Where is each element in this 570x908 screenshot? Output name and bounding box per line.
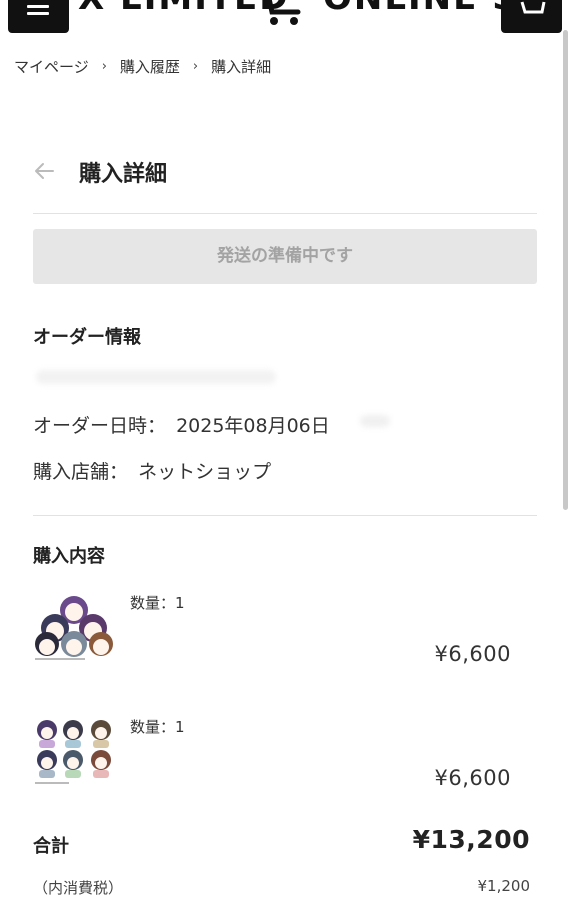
item-quantity: 数量：1	[130, 718, 185, 736]
item-price: ¥6,600	[434, 766, 511, 790]
product-thumbnail[interactable]	[33, 592, 115, 672]
total-value: ¥13,200	[412, 825, 530, 854]
page-title: 購入詳細	[79, 162, 168, 187]
site-header: X LIMITED ONLINE SH	[0, 0, 570, 40]
redacted-order-number	[36, 370, 276, 384]
order-date-line: オーダー日時： 2025年08月06日	[33, 411, 330, 438]
breadcrumb: マイページ › 購入履歴 › 購入詳細	[14, 56, 271, 77]
store-value: ネットショップ	[138, 461, 272, 483]
tax-value: ¥1,200	[477, 877, 531, 895]
order-date-label: オーダー日時：	[33, 415, 167, 437]
hamburger-icon	[27, 5, 49, 8]
shipping-status-badge: 発送の準備中です	[33, 229, 537, 284]
section-divider	[33, 515, 537, 516]
purchase-heading: 購入内容	[33, 546, 105, 567]
store-label: 購入店舗：	[33, 461, 129, 483]
back-arrow-icon[interactable]	[33, 160, 55, 182]
chevron-right-icon: ›	[101, 59, 107, 74]
total-label: 合計	[33, 836, 69, 857]
purchase-item[interactable]: 数量：1 ¥6,600	[33, 716, 537, 826]
tax-label: （内消費税）	[33, 879, 124, 897]
cart-icon	[520, 1, 546, 14]
order-date-value: 2025年08月06日	[176, 415, 330, 437]
logo-cart-icon	[266, 0, 301, 25]
redacted-order-time	[360, 415, 390, 427]
store-line: 購入店舗： ネットショップ	[33, 457, 271, 484]
breadcrumb-current: 購入詳細	[211, 58, 272, 76]
breadcrumb-mypage[interactable]: マイページ	[14, 56, 89, 77]
item-quantity: 数量：1	[130, 594, 185, 612]
product-thumbnail[interactable]	[33, 716, 115, 796]
scrollbar[interactable]	[563, 30, 568, 510]
order-info-heading: オーダー情報	[33, 327, 141, 348]
breadcrumb-history[interactable]: 購入履歴	[120, 56, 180, 77]
cart-button[interactable]	[501, 0, 562, 33]
chevron-right-icon: ›	[192, 59, 199, 74]
purchase-item[interactable]: 数量：1 ¥6,600	[33, 592, 537, 702]
page-title-row: 購入詳細	[33, 152, 537, 214]
item-price: ¥6,600	[434, 642, 511, 666]
menu-button[interactable]	[8, 0, 69, 33]
